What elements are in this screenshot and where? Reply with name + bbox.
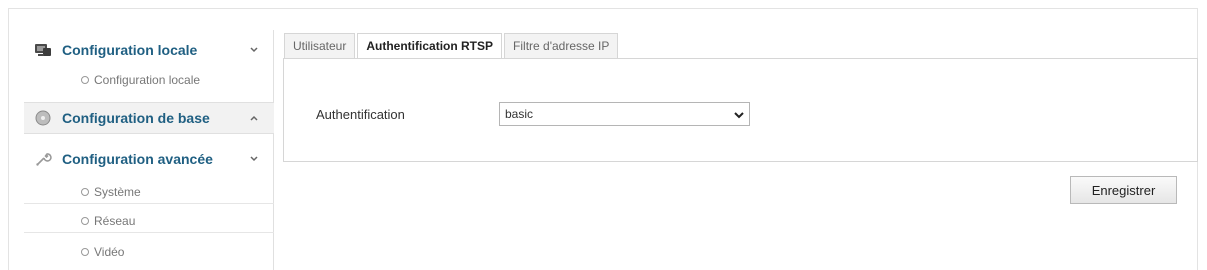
save-button[interactable]: Enregistrer [1070, 176, 1177, 204]
sidebar-item-label: Vidéo [94, 245, 125, 259]
wrench-icon [34, 150, 52, 168]
chevron-up-icon[interactable] [250, 113, 258, 124]
bullet-icon [81, 248, 89, 256]
monitor-icon [34, 41, 52, 59]
sidebar-section-label: Configuration de base [62, 110, 210, 126]
sidebar-item-label: Réseau [94, 213, 136, 228]
sidebar-item-systeme[interactable]: Système [24, 180, 274, 204]
chevron-down-icon[interactable] [250, 154, 258, 165]
sidebar-item-local-config[interactable]: Configuration locale [24, 68, 274, 92]
sidebar-section-advanced-config[interactable]: Configuration avancée [24, 143, 274, 175]
disc-icon [34, 109, 52, 127]
tab-filtre-adresse-ip[interactable]: Filtre d'adresse IP [504, 33, 619, 59]
sidebar-item-reseau[interactable]: Réseau [24, 209, 274, 233]
sidebar: Configuration locale Configuration local… [24, 30, 274, 270]
sidebar-item-video[interactable]: Vidéo [24, 240, 274, 264]
authentication-select-value: basic [505, 107, 534, 121]
sidebar-section-label: Configuration avancée [62, 151, 213, 167]
chevron-down-icon [733, 108, 745, 126]
bullet-icon [81, 187, 89, 196]
chevron-down-icon[interactable] [250, 45, 258, 56]
bullet-icon [81, 216, 89, 225]
sidebar-section-label: Configuration locale [62, 42, 198, 58]
sidebar-section-local-config[interactable]: Configuration locale [24, 34, 274, 66]
sidebar-section-basic-config[interactable]: Configuration de base [24, 102, 274, 134]
bullet-icon [81, 76, 89, 84]
tab-utilisateur[interactable]: Utilisateur [284, 33, 356, 59]
authentication-label: Authentification [316, 107, 405, 122]
settings-panel: Authentification basic [283, 58, 1198, 162]
authentication-select[interactable]: basic [499, 102, 750, 126]
tab-bar: Utilisateur Authentification RTSP Filtre… [284, 33, 620, 59]
sidebar-item-label: Configuration locale [94, 73, 201, 87]
tab-authentification-rtsp[interactable]: Authentification RTSP [357, 33, 503, 59]
sidebar-item-label: Système [94, 184, 141, 199]
